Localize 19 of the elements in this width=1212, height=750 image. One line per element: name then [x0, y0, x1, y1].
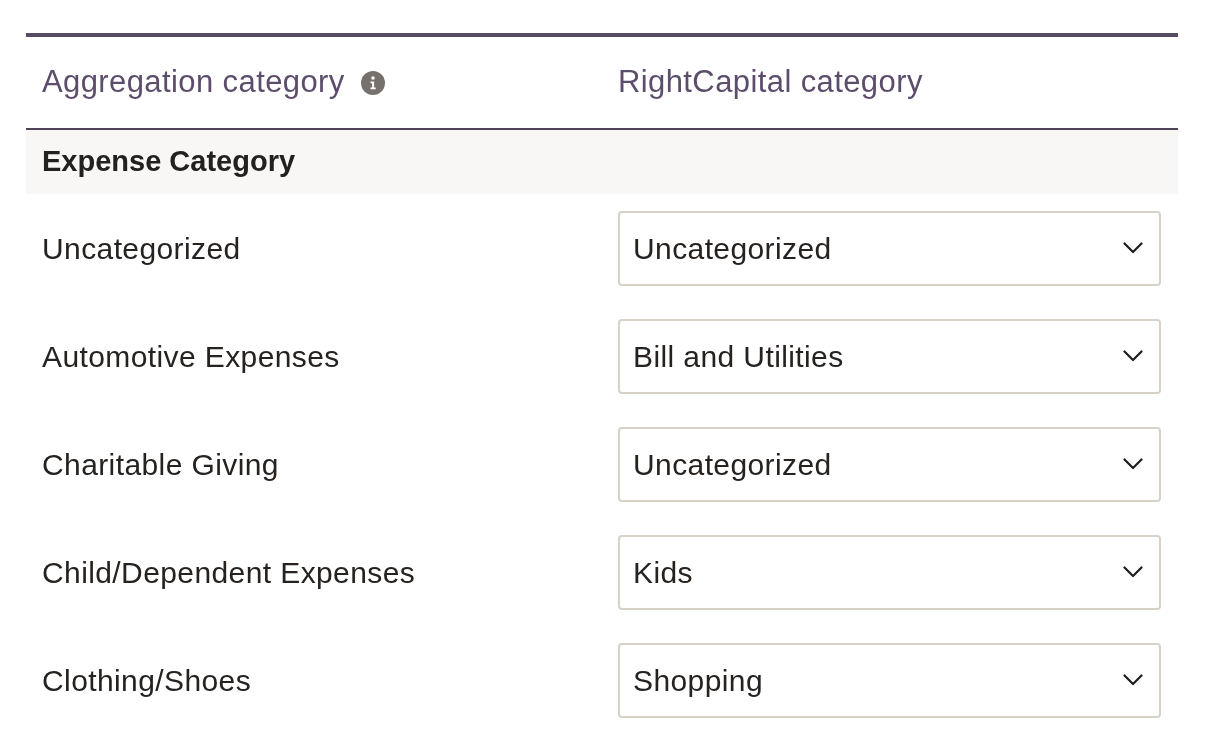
chevron-down-icon — [1123, 458, 1143, 470]
aggregation-category-text: Automotive Expenses — [42, 339, 340, 373]
aggregation-category-text: Charitable Giving — [42, 447, 279, 481]
chevron-down-icon — [1123, 566, 1143, 578]
category-dropdown[interactable]: Uncategorized — [618, 426, 1161, 502]
category-dropdown[interactable]: Shopping — [618, 642, 1161, 718]
chevron-down-icon — [1123, 674, 1143, 686]
aggregation-category-text: Clothing/Shoes — [42, 663, 252, 697]
category-dropdown[interactable]: Uncategorized — [618, 210, 1161, 286]
info-icon[interactable] — [360, 71, 385, 96]
column-header: RightCapital category — [618, 64, 923, 100]
aggregation-category-text: Uncategorized — [42, 231, 241, 265]
column-header: Aggregation category — [42, 64, 345, 100]
category-dropdown[interactable]: Kids — [618, 534, 1161, 610]
chevron-down-icon — [1123, 350, 1143, 362]
category-dropdown[interactable]: Bill and Utilities — [618, 318, 1161, 394]
chevron-down-icon — [1123, 242, 1143, 254]
aggregation-category-text: Child/Dependent Expenses — [42, 555, 416, 589]
group-heading: Expense Category — [42, 144, 296, 180]
